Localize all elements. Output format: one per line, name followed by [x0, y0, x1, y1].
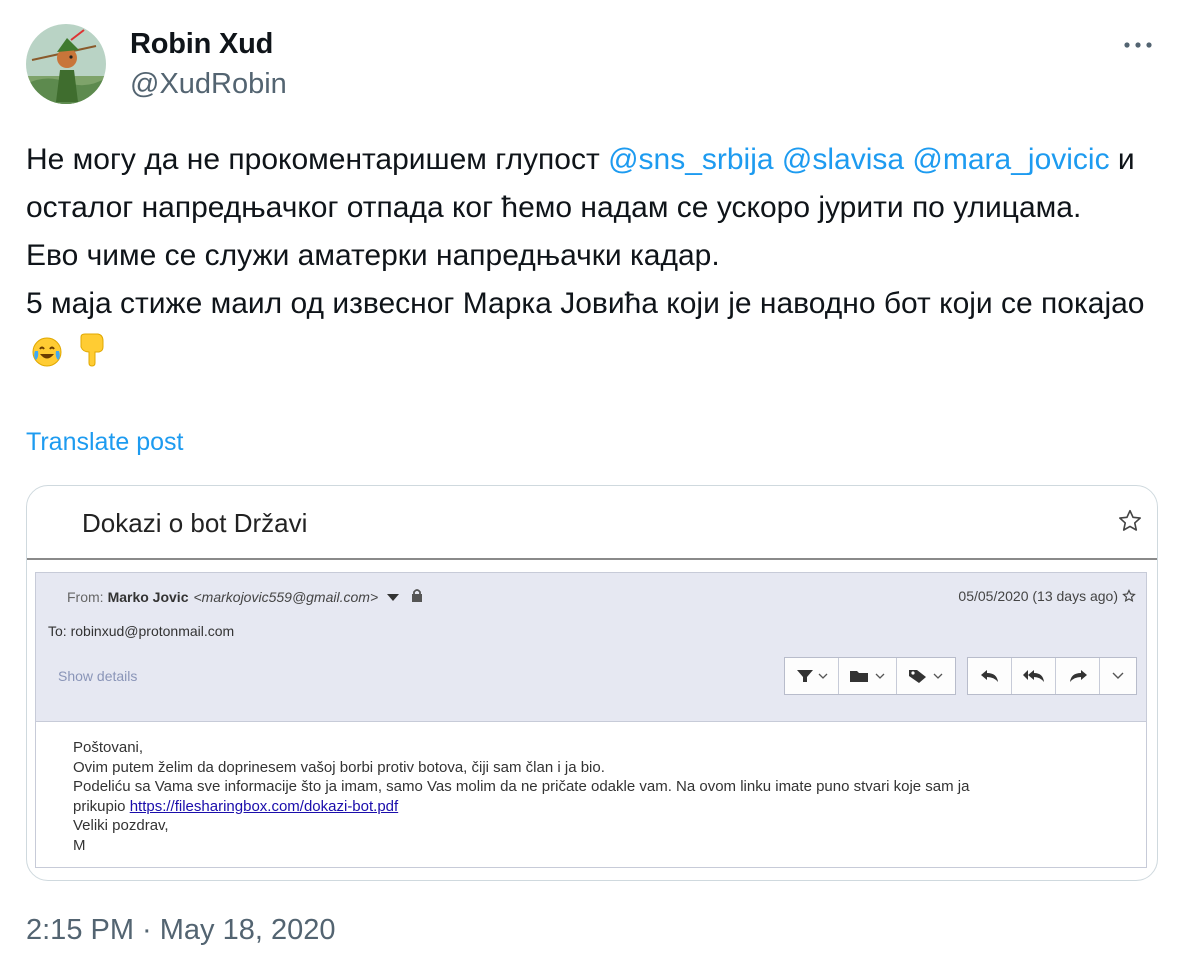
author-name[interactable]: Robin Xud: [130, 28, 273, 61]
show-details-link[interactable]: Show details: [58, 668, 137, 684]
toolbar-group-organize: [784, 657, 956, 695]
sender-name[interactable]: Marko Jovic: [108, 589, 189, 605]
lock-icon: [411, 588, 423, 606]
more-options-button[interactable]: [1118, 28, 1158, 62]
tweet-timestamp[interactable]: 2:15 PM · May 18, 2020: [26, 914, 336, 947]
chevron-down-icon: [1112, 672, 1124, 679]
mention-link[interactable]: @mara_jovicic: [912, 143, 1109, 176]
avatar[interactable]: [26, 24, 106, 104]
forward-icon: [1069, 670, 1087, 682]
pointing-down-icon: [76, 333, 106, 382]
more-icon: [1124, 42, 1152, 48]
move-to-folder-button[interactable]: [839, 658, 897, 694]
email-body-line: Ovim putem želim da doprinesem vašoj bor…: [73, 758, 605, 776]
filter-icon: [796, 670, 827, 682]
star-icon[interactable]: [1117, 508, 1143, 539]
from-label: From:: [67, 589, 104, 605]
reply-button[interactable]: [968, 658, 1012, 694]
tweet-text-line: Ево чиме се служи аматерки напредњачки к…: [26, 239, 720, 272]
email-date: 05/05/2020 (13 days ago): [958, 588, 1136, 604]
divider: [27, 558, 1157, 560]
email-body-line: prikupio: [73, 797, 130, 815]
tag-icon: [909, 670, 943, 683]
more-actions-button[interactable]: [1100, 658, 1136, 694]
to-label: To:: [48, 623, 67, 639]
email-subject: Dokazi o bot Državi: [82, 508, 308, 538]
folder-icon: [849, 671, 884, 682]
email-header: From: Marko Jovic <markojovic559@gmail.c…: [35, 572, 1147, 722]
star-small-icon[interactable]: [1122, 589, 1136, 603]
to-address[interactable]: robinxud@protonmail.com: [71, 623, 235, 639]
email-to: To: robinxud@protonmail.com: [48, 623, 234, 639]
email-body-line: Poštovani,: [73, 739, 144, 756]
face-with-tears-of-joy-icon: [32, 334, 62, 382]
label-button[interactable]: [897, 658, 955, 694]
email-link[interactable]: https://filesharingbox.com/dokazi-bot.pd…: [130, 798, 398, 815]
toolbar-group-reply: [967, 657, 1137, 695]
email-body-line: M: [73, 836, 86, 854]
reply-all-button[interactable]: [1012, 658, 1056, 694]
email-body: Poštovani, Ovim putem želim da doprinese…: [35, 722, 1147, 868]
tweet-text-segment: Не могу да не прокоментаришем глупост: [26, 143, 609, 176]
author-handle[interactable]: @XudRobin: [130, 68, 287, 101]
email-body-line: Veliki pozdrav,: [73, 817, 169, 834]
translate-post-link[interactable]: Translate post: [26, 428, 183, 457]
reply-icon: [980, 670, 998, 682]
tweet-text-line: 5 маја стиже маил од извесног Марка Јови…: [26, 287, 1145, 320]
tweet-text: Не могу да не прокоментаришем глупост @s…: [26, 136, 1156, 382]
forward-button[interactable]: [1056, 658, 1100, 694]
filter-button[interactable]: [785, 658, 839, 694]
email-date-text: 05/05/2020 (13 days ago): [958, 588, 1118, 604]
mention-link[interactable]: @slavisa: [782, 143, 904, 176]
caret-down-icon[interactable]: [387, 589, 400, 605]
email-from: From: Marko Jovic <markojovic559@gmail.c…: [67, 588, 423, 606]
sender-email[interactable]: <markojovic559@gmail.com>: [194, 589, 379, 605]
reply-all-icon: [1022, 670, 1044, 682]
email-screenshot-card[interactable]: Dokazi o bot Državi From: Marko Jovic <m…: [26, 485, 1158, 881]
mention-link[interactable]: @sns_srbija: [608, 143, 774, 176]
email-body-line: Podeliću sa Vama sve informacije što ja …: [73, 778, 970, 795]
